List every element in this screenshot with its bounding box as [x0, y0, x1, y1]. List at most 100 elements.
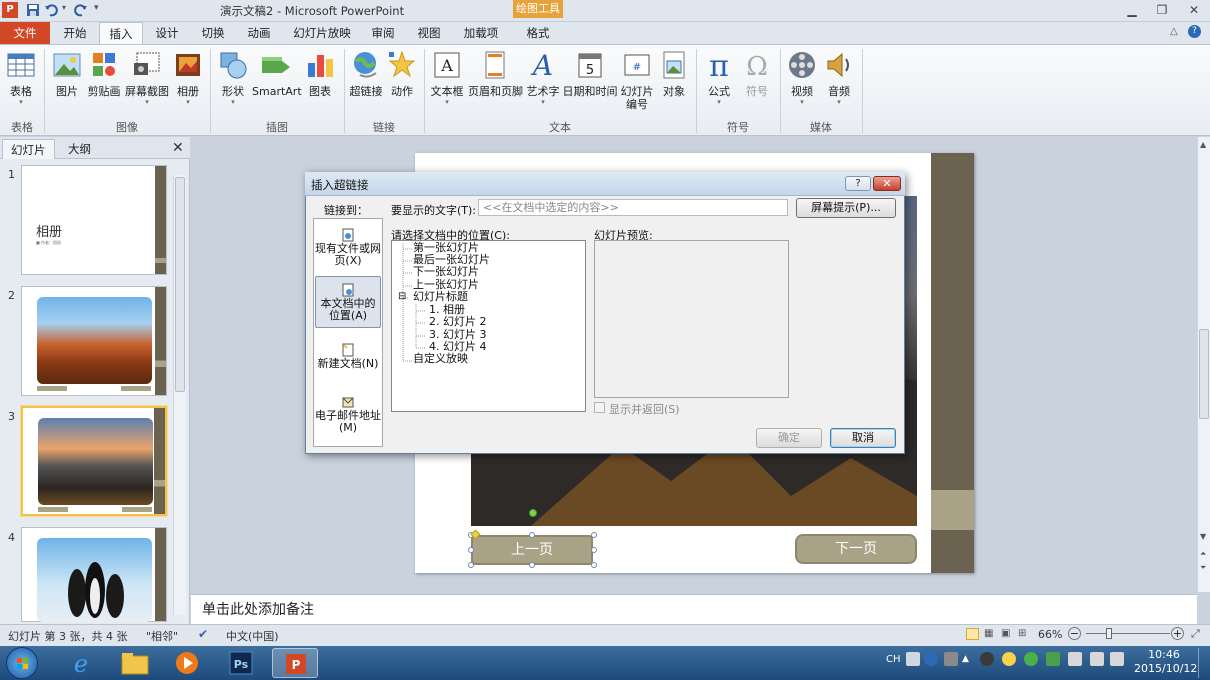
- powerpoint-task-icon[interactable]: P: [272, 648, 318, 678]
- tab-design[interactable]: 设计: [146, 22, 188, 44]
- slides-pane-scrollbar[interactable]: [173, 175, 186, 615]
- zoom-slider[interactable]: [1086, 633, 1170, 634]
- rotate-handle[interactable]: [529, 509, 537, 517]
- object-button[interactable]: 对象: [658, 49, 690, 98]
- explorer-icon[interactable]: [112, 648, 158, 678]
- tab-review[interactable]: 审阅: [363, 22, 403, 44]
- close-icon[interactable]: ✕: [1184, 2, 1204, 18]
- tab-slides[interactable]: 幻灯片: [2, 139, 55, 159]
- smartart-button[interactable]: SmartArt: [252, 49, 302, 98]
- table-button[interactable]: 表格 ▾: [4, 49, 38, 106]
- fit-to-window-icon[interactable]: ⤢: [1191, 627, 1205, 640]
- tree-item-slide-2[interactable]: 2. 幻灯片 2: [429, 316, 487, 328]
- slideshow-icon[interactable]: ⊞: [1018, 628, 1031, 640]
- restore-icon[interactable]: ❐: [1152, 2, 1172, 18]
- security-shield-icon[interactable]: [1046, 652, 1060, 666]
- dialog-help-button[interactable]: ?: [845, 176, 871, 191]
- screenshot-button[interactable]: 屏幕截图 ▾: [124, 49, 170, 106]
- undo-icon[interactable]: [44, 3, 58, 17]
- reading-view-icon[interactable]: ▣: [1001, 628, 1014, 640]
- clipart-button[interactable]: 剪贴画: [86, 49, 122, 98]
- slide-sorter-icon[interactable]: ▦: [984, 628, 997, 640]
- equation-button[interactable]: π 公式 ▾: [702, 49, 736, 106]
- cancel-button[interactable]: 取消: [830, 428, 896, 448]
- action-button[interactable]: 动作: [386, 49, 418, 98]
- notes-pane[interactable]: [191, 594, 1197, 624]
- qq-tray-icon[interactable]: [1002, 652, 1016, 666]
- add-tray-icon[interactable]: [1024, 652, 1038, 666]
- save-icon[interactable]: [26, 3, 40, 17]
- audio-button[interactable]: 音频 ▾: [822, 49, 856, 106]
- next-page-button[interactable]: 下一页: [795, 534, 917, 564]
- volume-icon[interactable]: [1110, 652, 1124, 666]
- normal-view-icon[interactable]: [966, 628, 979, 640]
- keyboard-icon[interactable]: [906, 652, 920, 666]
- resize-handle[interactable]: [468, 547, 474, 553]
- tree-collapse-icon[interactable]: ⊟: [398, 291, 406, 303]
- resize-handle[interactable]: [468, 562, 474, 568]
- slide-thumbnail-4[interactable]: [21, 527, 167, 622]
- start-button[interactable]: [6, 647, 38, 679]
- resize-handle[interactable]: [591, 562, 597, 568]
- textbox-button[interactable]: A 文本框 ▾: [428, 49, 466, 106]
- slide-thumbnail-2[interactable]: [21, 286, 167, 396]
- settings-tray-icon[interactable]: [944, 652, 958, 666]
- system-clock[interactable]: 10:46 2015/10/12: [1134, 648, 1197, 676]
- flag-tray-icon[interactable]: [1068, 652, 1082, 666]
- tree-item-custom-shows[interactable]: 自定义放映: [413, 353, 468, 365]
- picture-button[interactable]: 图片: [50, 49, 84, 98]
- shapes-button[interactable]: 形状 ▾: [216, 49, 250, 106]
- redo-icon[interactable]: [74, 3, 88, 17]
- tab-slideshow[interactable]: 幻灯片放映: [284, 22, 360, 44]
- photo-album-button[interactable]: 相册 ▾: [172, 49, 204, 106]
- tab-format[interactable]: 格式: [515, 22, 561, 44]
- ok-button[interactable]: 确定: [756, 428, 822, 448]
- help-icon[interactable]: ?: [1188, 25, 1201, 38]
- prev-page-button[interactable]: 上一页: [471, 535, 593, 565]
- pane-close-icon[interactable]: ✕: [172, 140, 184, 156]
- slide-thumbnail-1[interactable]: 相册 ■ 作者：相册: [21, 165, 167, 275]
- tab-animations[interactable]: 动画: [238, 22, 280, 44]
- hyperlink-button[interactable]: 超链接: [348, 49, 384, 98]
- tree-item-next-slide[interactable]: 下一张幻灯片: [413, 266, 479, 278]
- tab-file[interactable]: 文件: [0, 22, 50, 44]
- zoom-in-icon[interactable]: +: [1171, 627, 1184, 640]
- spellcheck-icon[interactable]: ✔: [198, 627, 208, 641]
- date-time-button[interactable]: 5 日期和时间: [562, 49, 618, 98]
- ribbon-collapse-icon[interactable]: △: [1170, 26, 1178, 37]
- zoom-level[interactable]: 66%: [1038, 628, 1062, 641]
- media-player-icon[interactable]: [164, 648, 210, 678]
- resize-handle[interactable]: [591, 532, 597, 538]
- editor-scrollbar[interactable]: ▲ ▼ ⏶ ⏷: [1197, 137, 1210, 592]
- symbol-button[interactable]: Ω 符号: [740, 49, 774, 98]
- ie-icon[interactable]: e: [58, 648, 104, 678]
- help-tray-icon[interactable]: [924, 652, 938, 666]
- powerpoint-logo-icon[interactable]: P: [2, 2, 18, 18]
- user-tray-icon[interactable]: [980, 652, 994, 666]
- display-text-input[interactable]: <<在文档中选定的内容>>: [478, 199, 788, 216]
- tray-expand-icon[interactable]: ▲: [962, 654, 969, 664]
- customize-qat-icon[interactable]: ▾: [94, 3, 108, 17]
- dialog-title-bar[interactable]: [305, 172, 905, 196]
- tab-addins[interactable]: 加载项: [456, 22, 506, 44]
- network-icon[interactable]: [1090, 652, 1104, 666]
- link-place-in-document-option[interactable]: 本文档中的位置(A): [315, 276, 381, 328]
- tab-home[interactable]: 开始: [54, 22, 96, 44]
- dialog-close-button[interactable]: ✕: [873, 176, 901, 191]
- video-button[interactable]: 视频 ▾: [784, 49, 820, 106]
- photoshop-icon[interactable]: Ps: [218, 648, 264, 678]
- show-desktop-button[interactable]: [1198, 648, 1208, 678]
- tree-item-slide-titles[interactable]: 幻灯片标题: [413, 291, 468, 303]
- resize-handle[interactable]: [591, 547, 597, 553]
- tab-outline[interactable]: 大纲: [60, 139, 99, 159]
- chart-button[interactable]: 图表: [302, 49, 338, 98]
- header-footer-button[interactable]: 页眉和页脚: [468, 49, 523, 98]
- tab-transitions[interactable]: 切换: [192, 22, 234, 44]
- tab-insert[interactable]: 插入: [99, 22, 143, 45]
- zoom-slider-thumb[interactable]: [1106, 628, 1112, 639]
- minimize-icon[interactable]: ▁: [1122, 2, 1142, 18]
- screentip-button[interactable]: 屏幕提示(P)...: [796, 198, 896, 218]
- undo-dropdown-icon[interactable]: ▾: [62, 3, 70, 17]
- slide-thumbnail-3[interactable]: [21, 406, 167, 516]
- zoom-out-icon[interactable]: −: [1068, 627, 1081, 640]
